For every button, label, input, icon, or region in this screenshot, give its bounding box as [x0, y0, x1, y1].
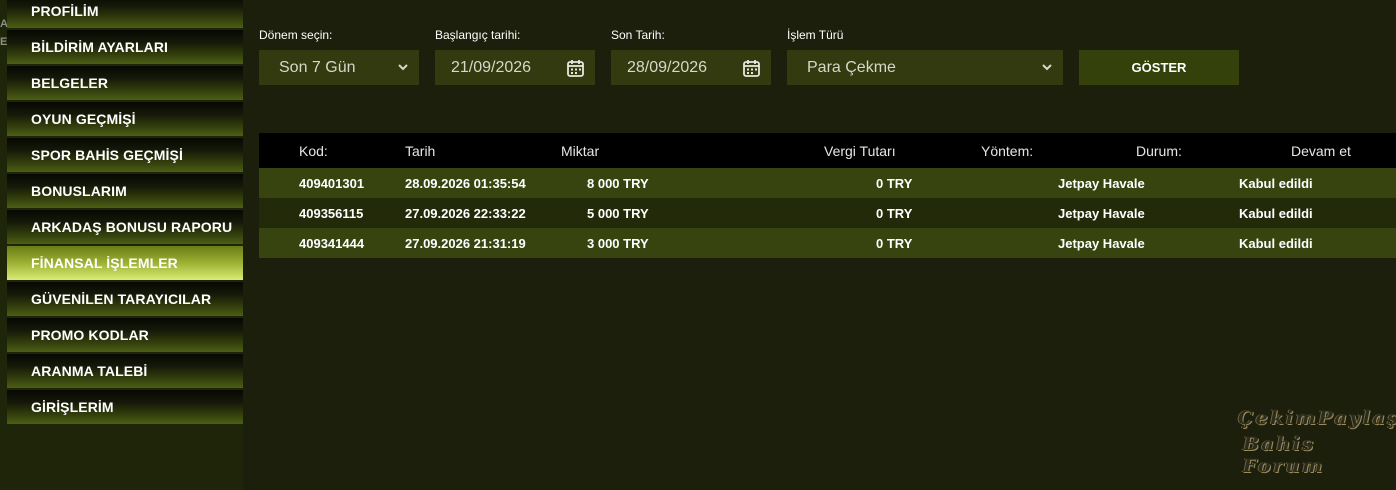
- cell-date: 27.09.2026 22:33:22: [405, 206, 526, 221]
- cell-date: 28.09.2026 01:35:54: [405, 176, 526, 191]
- sidebar-item-callback-request[interactable]: ARANMA TALEBİ: [7, 354, 243, 388]
- sidebar-item-documents[interactable]: BELGELER: [7, 66, 243, 100]
- end-date-label: Son Tarih:: [611, 28, 665, 42]
- sidebar: A E PROFİLİM BİLDİRİM AYARLARI BELGELER …: [0, 0, 243, 490]
- end-date-value: 28/09/2026: [627, 58, 708, 76]
- sidebar-item-game-history[interactable]: OYUN GEÇMİŞİ: [7, 102, 243, 136]
- transaction-type-label: İşlem Türü: [787, 28, 844, 42]
- cell-code: 409356115: [299, 206, 364, 221]
- sidebar-item-label: SPOR BAHİS GEÇMİŞİ: [31, 147, 183, 163]
- cell-status: Kabul edildi: [1239, 206, 1313, 221]
- column-header-date: Tarih: [405, 143, 436, 159]
- sidebar-item-label: BELGELER: [31, 75, 109, 91]
- cell-date: 27.09.2026 21:31:19: [405, 236, 526, 251]
- cell-amount: 8 000 TRY: [587, 176, 649, 191]
- sidebar-item-label: GÜVENİLEN TARAYICILAR: [31, 291, 212, 307]
- table-row[interactable]: 409356115 27.09.2026 22:33:22 5 000 TRY …: [259, 198, 1396, 228]
- cell-amount: 3 000 TRY: [587, 236, 649, 251]
- sidebar-item-promo-codes[interactable]: PROMO KODLAR: [7, 318, 243, 352]
- column-header-more: Devam et: [1291, 143, 1351, 159]
- chevron-down-icon: [1042, 64, 1052, 71]
- sidebar-item-label: OYUN GEÇMİŞİ: [31, 111, 136, 127]
- sidebar-item-profile[interactable]: PROFİLİM: [7, 0, 243, 28]
- cell-method: Jetpay Havale: [1058, 206, 1145, 221]
- period-value: Son 7 Gün: [279, 58, 356, 76]
- start-date-label: Başlangıç tarihi:: [435, 28, 521, 42]
- sidebar-item-trusted-browsers[interactable]: GÜVENİLEN TARAYICILAR: [7, 282, 243, 316]
- sidebar-item-label: ARKADAŞ BONUSU RAPORU: [31, 219, 233, 235]
- sidebar-item-notification-settings[interactable]: BİLDİRİM AYARLARI: [7, 30, 243, 64]
- start-date-input[interactable]: 21/09/2026: [435, 50, 595, 85]
- table-header: Kod: Tarih Miktar Vergi Tutarı Yöntem: D…: [259, 133, 1396, 168]
- transaction-type-select[interactable]: Para Çekme: [787, 50, 1063, 85]
- cell-tax: 0 TRY: [876, 236, 913, 251]
- sidebar-item-label: BİLDİRİM AYARLARI: [31, 39, 169, 55]
- column-header-tax: Vergi Tutarı: [824, 143, 896, 159]
- show-button[interactable]: GÖSTER: [1079, 50, 1239, 85]
- sidebar-item-bonuses[interactable]: BONUSLARIM: [7, 174, 243, 208]
- watermark-line2: Bahis Forum: [1243, 433, 1325, 477]
- transaction-type-value: Para Çekme: [807, 58, 896, 76]
- watermark-line1: ÇekimPaylaş: [1238, 407, 1396, 429]
- table-row[interactable]: 409341444 27.09.2026 21:31:19 3 000 TRY …: [259, 228, 1396, 258]
- cell-method: Jetpay Havale: [1058, 236, 1145, 251]
- sidebar-item-label: PROMO KODLAR: [31, 327, 149, 343]
- cell-code: 409401301: [299, 176, 365, 191]
- column-header-code: Kod:: [299, 143, 328, 159]
- table-row[interactable]: 409401301 28.09.2026 01:35:54 8 000 TRY …: [259, 168, 1396, 198]
- sidebar-item-label: PROFİLİM: [31, 3, 99, 19]
- column-header-method: Yöntem:: [981, 143, 1034, 159]
- cell-tax: 0 TRY: [876, 206, 913, 221]
- cell-method: Jetpay Havale: [1058, 176, 1145, 191]
- chevron-down-icon: [398, 64, 408, 71]
- sidebar-item-label: BONUSLARIM: [31, 183, 127, 199]
- sidebar-item-referral-report[interactable]: ARKADAŞ BONUSU RAPORU: [7, 210, 243, 244]
- sidebar-item-label: ARANMA TALEBİ: [31, 363, 148, 379]
- cell-status: Kabul edildi: [1239, 236, 1313, 251]
- cell-tax: 0 TRY: [876, 176, 913, 191]
- period-select[interactable]: Son 7 Gün: [259, 50, 419, 85]
- start-date-value: 21/09/2026: [451, 58, 532, 76]
- cell-code: 409341444: [299, 236, 365, 251]
- sidebar-item-label: FİNANSAL İŞLEMLER: [31, 255, 178, 271]
- sidebar-item-sports-bet-history[interactable]: SPOR BAHİS GEÇMİŞİ: [7, 138, 243, 172]
- cell-status: Kabul edildi: [1239, 176, 1313, 191]
- column-header-amount: Miktar: [561, 143, 600, 159]
- period-label: Dönem seçin:: [259, 28, 333, 42]
- calendar-icon[interactable]: [742, 58, 762, 78]
- calendar-icon[interactable]: [566, 58, 586, 78]
- cell-amount: 5 000 TRY: [587, 206, 649, 221]
- sidebar-item-logins[interactable]: GİRİŞLERİM: [7, 390, 243, 424]
- end-date-input[interactable]: 28/09/2026: [611, 50, 771, 85]
- column-header-status: Durum:: [1136, 143, 1182, 159]
- sidebar-item-financial-transactions[interactable]: FİNANSAL İŞLEMLER: [7, 246, 243, 280]
- sidebar-item-label: GİRİŞLERİM: [31, 399, 114, 415]
